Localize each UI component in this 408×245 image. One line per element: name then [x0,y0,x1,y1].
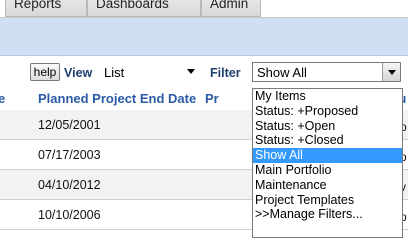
filter-option-manage-filters[interactable]: >>Manage Filters... [253,207,402,222]
top-tab-bar: Reports Dashboards Admin [0,0,408,18]
filter-dropdown-button[interactable] [382,63,400,81]
end-date-cell: 12/05/2001 [38,118,101,132]
end-date-cell: 07/17/2003 [38,148,101,162]
tab-reports-label: Reports [14,0,62,11]
filter-option-maintenance[interactable]: Maintenance [253,178,402,193]
filter-select-value: Show All [257,65,307,80]
filter-label: Filter [210,66,241,80]
end-date-cell: 10/10/2006 [38,208,101,222]
filter-select[interactable]: Show All [252,62,401,82]
end-date-cell: 04/10/2012 [38,178,101,192]
filter-dropdown-list: My Items Status: +Proposed Status: +Open… [252,88,403,238]
filter-option-my-items[interactable]: My Items [253,89,402,104]
filter-option-status-proposed[interactable]: Status: +Proposed [253,104,402,119]
filter-option-status-open[interactable]: Status: +Open [253,119,402,134]
column-header-partial-pr[interactable]: Pr [205,88,219,110]
chevron-down-icon [388,70,396,75]
help-button[interactable]: help [30,63,60,81]
column-header-planned-end-date[interactable]: Planned Project End Date [38,88,196,110]
tab-dashboards[interactable]: Dashboards [87,0,201,17]
header-band [0,18,408,56]
tab-dashboards-label: Dashboards [96,0,169,11]
view-select[interactable]: List [101,62,197,82]
view-select-value: List [104,65,125,80]
column-header-partial[interactable]: e [0,88,5,110]
tab-reports[interactable]: Reports [5,0,87,17]
filter-option-main-portfolio[interactable]: Main Portfolio [253,163,402,178]
tab-admin[interactable]: Admin [201,0,261,17]
filter-option-status-closed[interactable]: Status: +Closed [253,133,402,148]
filter-option-show-all[interactable]: Show All [253,148,402,163]
tab-admin-label: Admin [210,0,249,11]
list-toolbar: help View List Filter Show All [0,56,408,88]
view-label: View [64,66,93,80]
chevron-down-icon [187,69,195,74]
filter-option-project-templates[interactable]: Project Templates [253,193,402,208]
